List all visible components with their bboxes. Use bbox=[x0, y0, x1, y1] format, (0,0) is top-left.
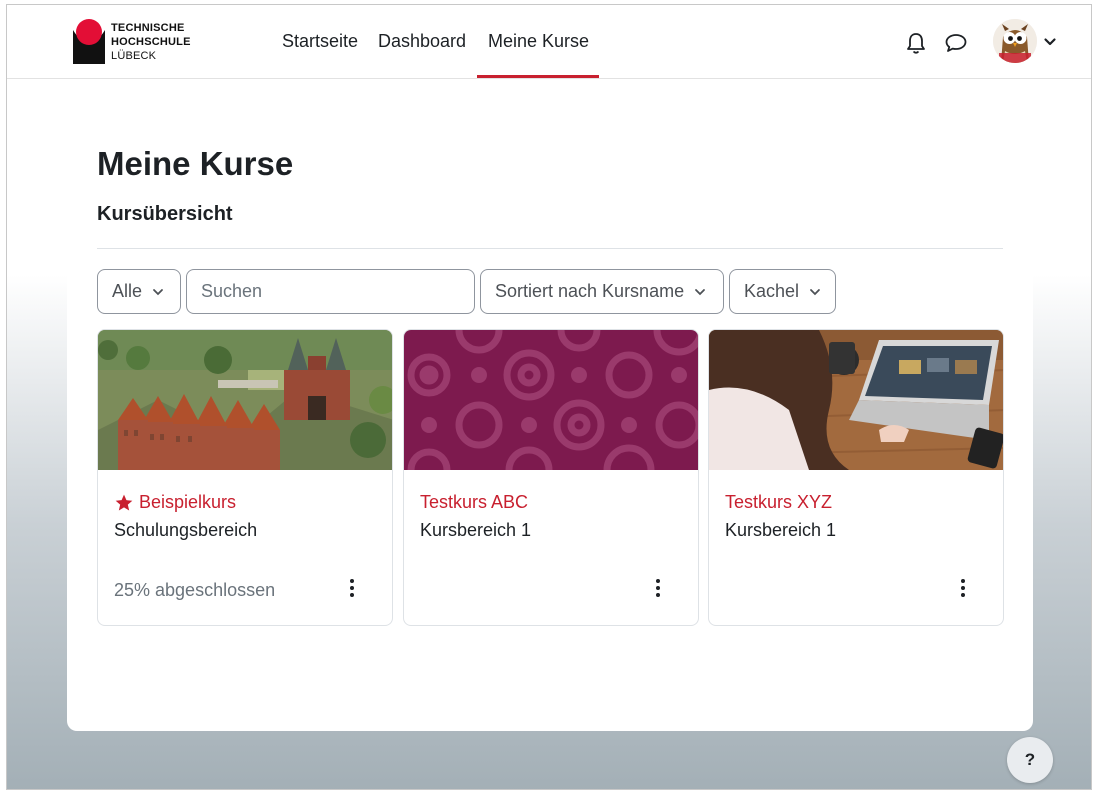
user-menu-chevron-down-icon[interactable] bbox=[1043, 37, 1057, 47]
course-card[interactable]: Beispielkurs Schulungsbereich 25% abgesc… bbox=[97, 329, 393, 626]
course-link-beispielkurs[interactable]: Beispielkurs bbox=[114, 492, 236, 513]
course-card[interactable]: Testkurs XYZ Kursbereich 1 bbox=[708, 329, 1004, 626]
nav-meine-kurse[interactable]: Meine Kurse bbox=[488, 31, 589, 52]
help-button[interactable]: ? bbox=[1007, 737, 1053, 783]
course-image-laptop[interactable] bbox=[709, 330, 1003, 470]
view-dropdown-label: Kachel bbox=[744, 281, 800, 301]
nav-active-indicator bbox=[477, 75, 599, 78]
course-name: Testkurs ABC bbox=[420, 492, 529, 512]
laptop-work-image bbox=[709, 330, 1003, 470]
course-name: Beispielkurs bbox=[139, 492, 237, 512]
chat-icon[interactable] bbox=[944, 32, 968, 54]
course-image-pattern[interactable] bbox=[404, 330, 698, 470]
luebeck-holstentor-image bbox=[98, 330, 392, 470]
user-avatar[interactable] bbox=[993, 19, 1037, 63]
brand-line-3: LÜBECK bbox=[111, 50, 157, 62]
course-actions-menu-icon[interactable] bbox=[342, 576, 362, 600]
grouping-dropdown-label: Alle bbox=[112, 281, 143, 301]
bell-icon[interactable] bbox=[905, 31, 927, 55]
sort-dropdown[interactable]: Sortiert nach Kursname bbox=[480, 269, 724, 314]
course-link-testkurs-xyz[interactable]: Testkurs XYZ bbox=[725, 492, 832, 513]
page-title: Meine Kurse bbox=[97, 145, 294, 182]
top-navbar: TECHNISCHE HOCHSCHULE LÜBECK Startseite … bbox=[7, 5, 1091, 79]
chevron-down-icon bbox=[810, 288, 820, 295]
course-progress: 25% abgeschlossen bbox=[114, 580, 276, 600]
chevron-down-icon bbox=[153, 288, 163, 295]
brand-line-2: HOCHSCHULE bbox=[111, 36, 191, 48]
section-title: Kursübersicht bbox=[97, 203, 233, 225]
course-search-input[interactable] bbox=[186, 269, 475, 314]
sort-dropdown-label: Sortiert nach Kursname bbox=[495, 281, 685, 301]
help-question-icon: ? bbox=[1024, 750, 1036, 769]
course-category: Kursbereich 1 bbox=[420, 520, 532, 540]
course-image-luebeck[interactable] bbox=[98, 330, 392, 470]
star-icon[interactable] bbox=[114, 493, 134, 513]
course-actions-menu-icon[interactable] bbox=[953, 576, 973, 600]
course-link-testkurs-abc[interactable]: Testkurs ABC bbox=[420, 492, 528, 513]
course-name: Testkurs XYZ bbox=[725, 492, 833, 512]
nav-startseite[interactable]: Startseite bbox=[282, 31, 358, 52]
grouping-dropdown[interactable]: Alle bbox=[97, 269, 181, 314]
nav-dashboard[interactable]: Dashboard bbox=[378, 31, 466, 52]
browser-window: TECHNISCHE HOCHSCHULE LÜBECK Startseite … bbox=[6, 4, 1092, 790]
course-card[interactable]: Testkurs ABC Kursbereich 1 bbox=[403, 329, 699, 626]
view-dropdown[interactable]: Kachel bbox=[729, 269, 836, 314]
owl-avatar-icon bbox=[993, 19, 1037, 63]
course-category: Kursbereich 1 bbox=[725, 520, 837, 540]
brand-line-1: TECHNISCHE bbox=[111, 22, 185, 34]
course-actions-menu-icon[interactable] bbox=[648, 576, 668, 600]
brand-text: TECHNISCHE HOCHSCHULE LÜBECK bbox=[111, 21, 191, 63]
magenta-circles-pattern-image bbox=[404, 330, 698, 470]
course-category: Schulungsbereich bbox=[114, 520, 258, 540]
chevron-down-icon bbox=[695, 288, 705, 295]
section-divider bbox=[97, 248, 1003, 249]
